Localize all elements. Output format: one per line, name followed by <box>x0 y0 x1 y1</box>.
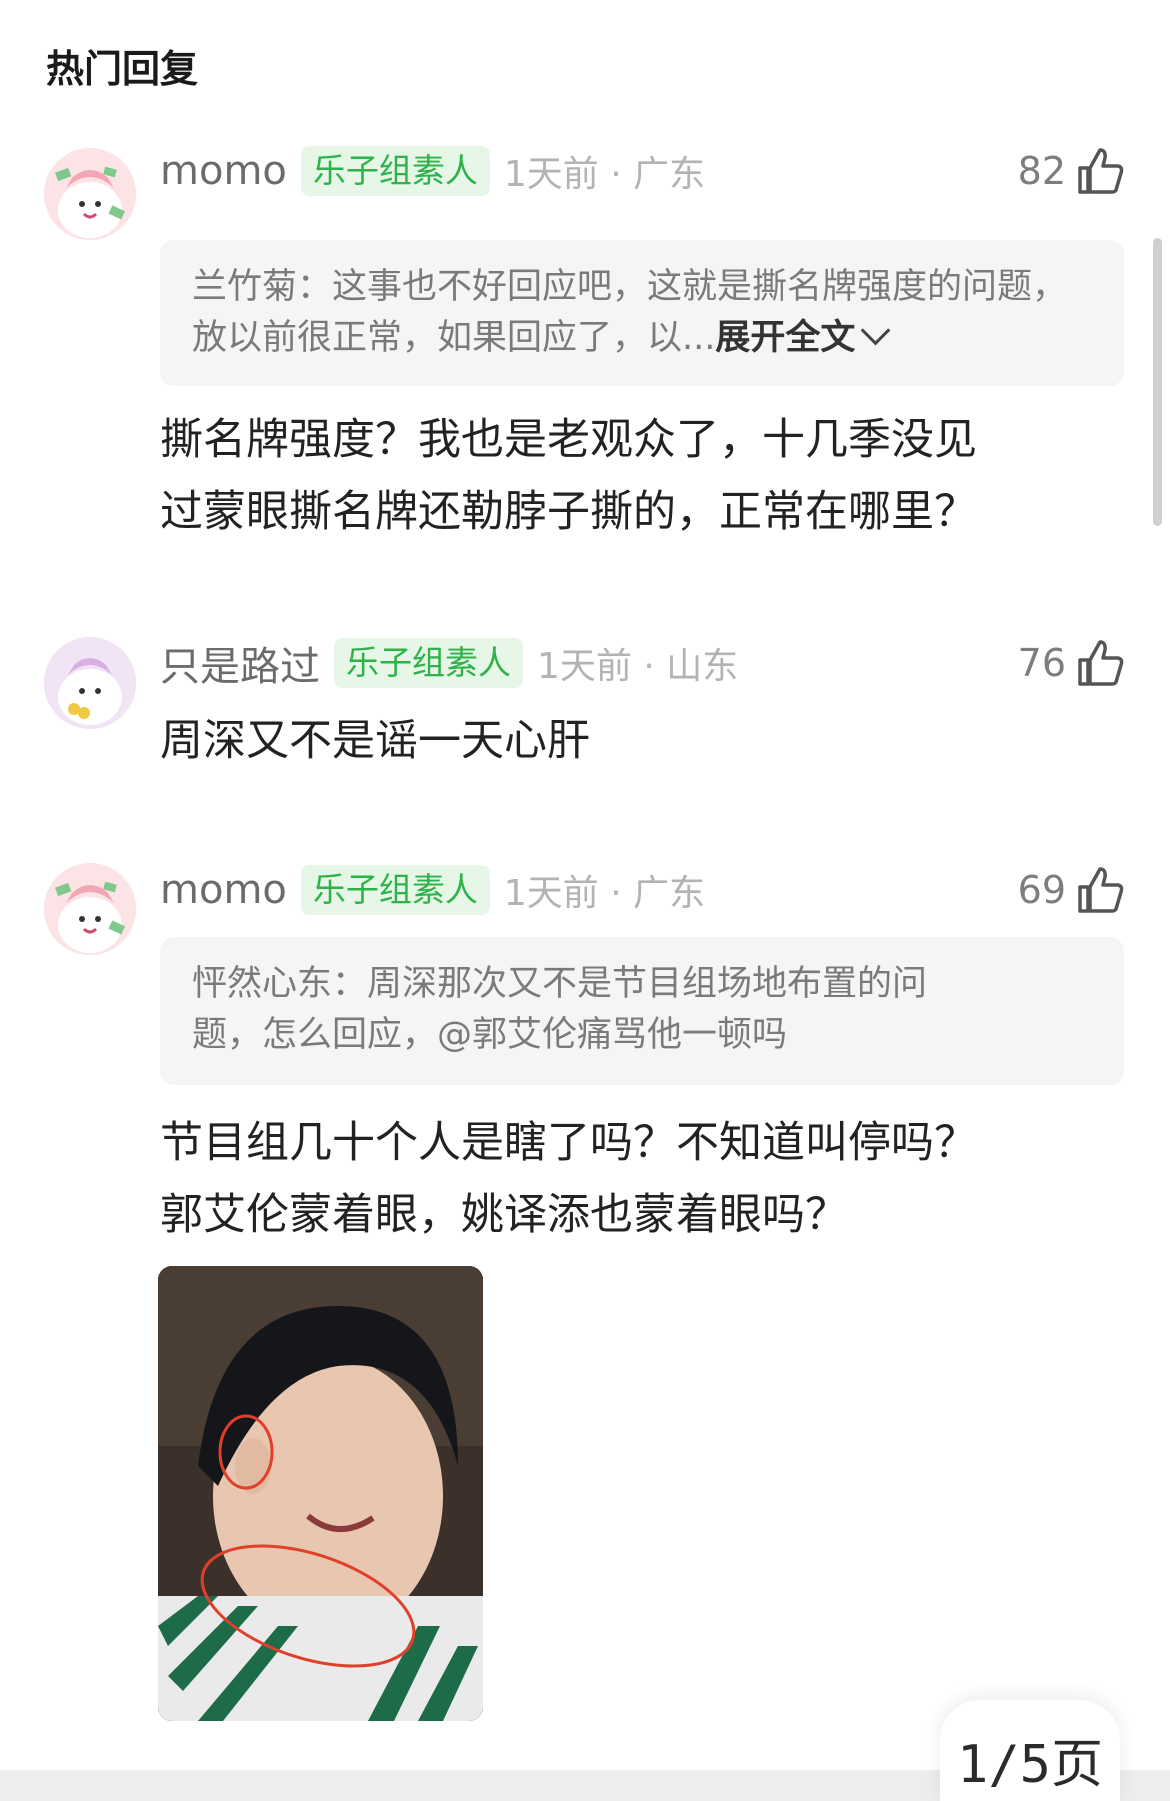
user-badge: 乐子组素人 <box>334 638 523 688</box>
page-indicator[interactable]: 1/5页 <box>940 1700 1120 1801</box>
comment-line: 节目组几十个人是瞎了吗？不知道叫停吗？ <box>160 1118 977 1168</box>
cartoon-avatar-icon <box>44 863 136 955</box>
quoted-text: 怦然心东：周深那次又不是节目组场地布置的问 <box>192 964 928 1004</box>
page-indicator-label: 1/5页 <box>957 1735 1103 1795</box>
comment-meta: 1天前 · 广东 <box>503 154 706 195</box>
avatar[interactable] <box>44 637 136 729</box>
chevron-down-icon <box>861 315 891 346</box>
expand-full-text[interactable]: 展开全文 <box>715 315 891 358</box>
cartoon-avatar-icon <box>44 148 136 240</box>
comment-line: 郭艾伦蒙着眼，姚译添也蒙着眼吗？ <box>160 1190 848 1240</box>
quoted-text: 题，怎么回应，@郭艾伦痛骂他一顿吗 <box>192 1015 788 1055</box>
comment-line: 过蒙眼撕名牌还勒脖子撕的，正常在哪里？ <box>160 487 977 537</box>
thumbs-up-icon[interactable] <box>1076 146 1124 196</box>
quoted-reply[interactable]: 怦然心东：周深那次又不是节目组场地布置的问 题，怎么回应，@郭艾伦痛骂他一顿吗 <box>160 937 1124 1085</box>
comment-header: 只是路过 乐子组素人 1天前 · 山东 <box>160 635 738 691</box>
username[interactable]: momo <box>160 148 287 194</box>
cartoon-avatar-icon <box>44 637 136 729</box>
like-count: 82 <box>1017 149 1066 193</box>
comment-meta: 1天前 · 广东 <box>503 873 706 914</box>
like-button[interactable]: 76 <box>1018 635 1124 691</box>
comment-line: 撕名牌强度？我也是老观众了，十几季没见 <box>160 415 977 465</box>
avatar[interactable] <box>44 863 136 955</box>
comment-body: 撕名牌强度？我也是老观众了，十几季没见 过蒙眼撕名牌还勒脖子撕的，正常在哪里？ <box>160 404 1120 548</box>
section-title: 热门回复 <box>46 47 199 91</box>
comment-body: 节目组几十个人是瞎了吗？不知道叫停吗？ 郭艾伦蒙着眼，姚译添也蒙着眼吗？ <box>160 1107 1120 1251</box>
username[interactable]: momo <box>160 867 287 913</box>
like-button[interactable]: 69 <box>1018 862 1124 918</box>
thumbs-up-icon[interactable] <box>1076 638 1124 688</box>
user-badge: 乐子组素人 <box>300 146 490 196</box>
comment-line: 周深又不是谣一天心肝 <box>160 716 590 766</box>
photo-image <box>158 1266 483 1721</box>
thumbs-up-icon[interactable] <box>1076 865 1124 915</box>
quoted-reply[interactable]: 兰竹菊：这事也不好回应吧，这就是撕名牌强度的问题，放以前很正常，如果回应了，以.… <box>160 240 1124 386</box>
like-count: 76 <box>1017 641 1066 685</box>
user-badge: 乐子组素人 <box>300 865 490 915</box>
like-button[interactable]: 82 <box>1018 143 1124 199</box>
avatar[interactable] <box>44 148 136 240</box>
attached-photo[interactable] <box>158 1266 483 1721</box>
comment-body: 周深又不是谣一天心肝 <box>160 705 1120 777</box>
username[interactable]: 只是路过 <box>160 634 320 692</box>
like-count: 69 <box>1017 868 1066 912</box>
quoted-text: 兰竹菊：这事也不好回应吧，这就是撕名牌强度的问题，放以前很正常，如果回应了，以.… <box>192 267 1068 358</box>
comment-meta: 1天前 · 山东 <box>537 646 739 687</box>
comment-header: momo 乐子组素人 1天前 · 广东 <box>160 862 705 918</box>
scrollbar[interactable] <box>1153 238 1162 526</box>
comment-header: momo 乐子组素人 1天前 · 广东 <box>160 143 705 199</box>
